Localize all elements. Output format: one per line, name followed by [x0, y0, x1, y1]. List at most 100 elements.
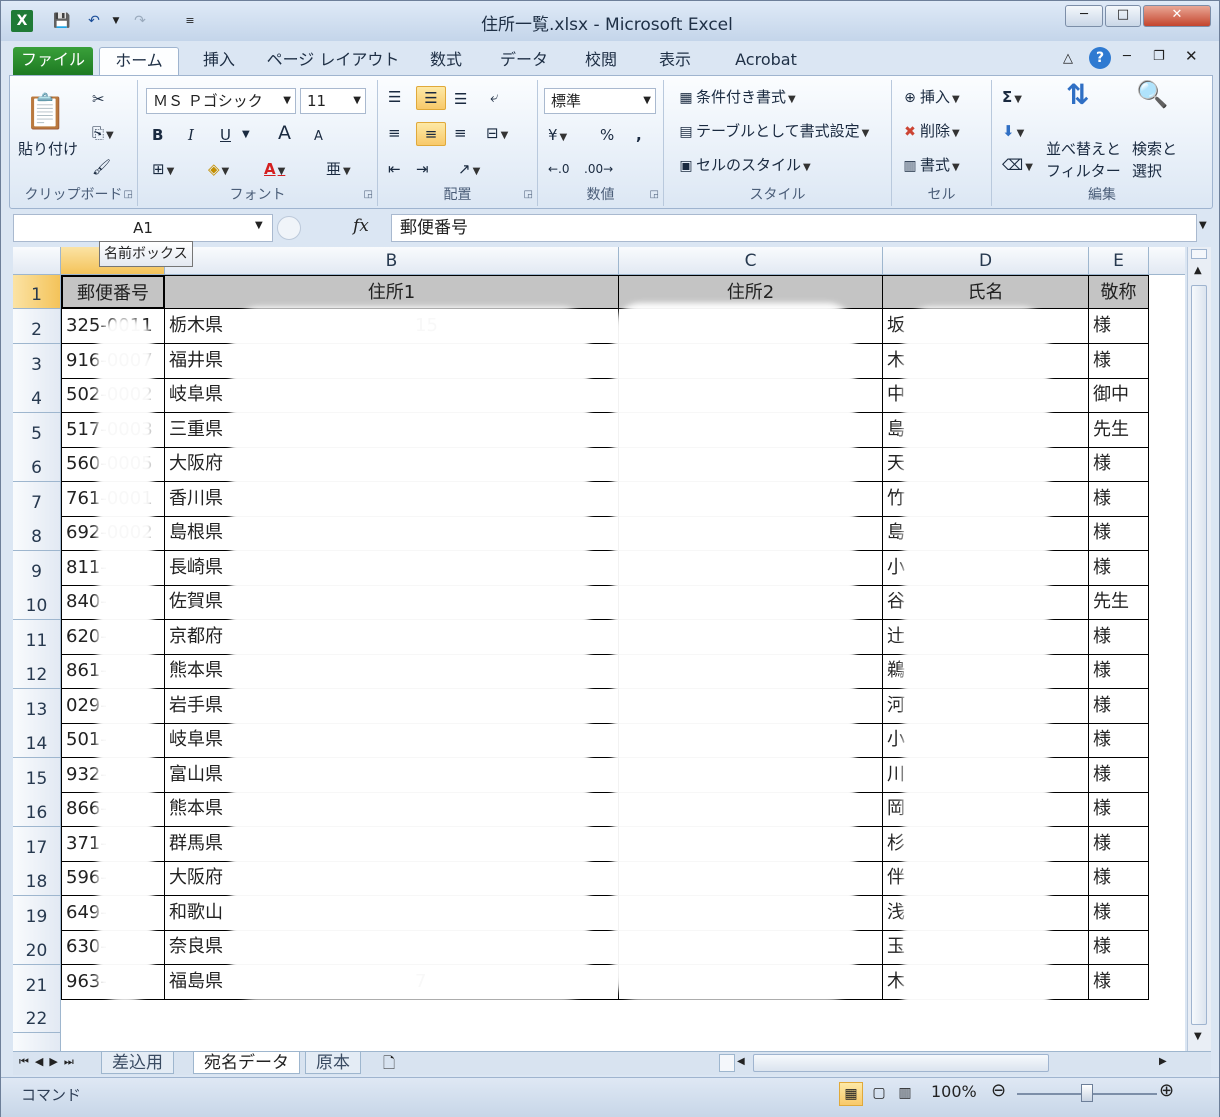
underline-button[interactable]: U [220, 124, 231, 146]
zoom-in-icon[interactable]: ⊕ [1159, 1080, 1174, 1101]
grow-font-button[interactable]: A [278, 122, 291, 144]
scroll-down-icon[interactable]: ▼ [1194, 1031, 1202, 1042]
align-center-icon[interactable]: ≡ [416, 122, 446, 146]
split-box[interactable] [1191, 249, 1207, 259]
honorific-cell[interactable]: 様 [1089, 723, 1149, 758]
worksheet-grid[interactable]: A B C D E 1 郵便番号 住所1 住所2 氏名 敬称 2325-0011… [13, 247, 1185, 1051]
font-launcher-icon[interactable]: ◲ [364, 189, 373, 200]
horizontal-scroll-thumb[interactable] [753, 1054, 1049, 1072]
help-icon[interactable]: ? [1089, 47, 1111, 69]
paste-icon[interactable]: 📋 [24, 86, 74, 138]
clipboard-launcher-icon[interactable]: ◲ [124, 189, 133, 200]
format-painter-icon[interactable]: 🖌 [92, 156, 111, 178]
honorific-cell[interactable]: 様 [1089, 447, 1149, 482]
undo-dropdown-icon[interactable]: ▼ [105, 10, 127, 32]
honorific-cell[interactable]: 様 [1089, 482, 1149, 517]
row-header[interactable]: 3 [13, 344, 61, 379]
zoom-slider-thumb[interactable] [1081, 1084, 1093, 1102]
row-header[interactable]: 18 [13, 861, 61, 896]
align-middle-icon[interactable]: ☰ [416, 86, 446, 110]
honorific-cell[interactable]: 様 [1089, 516, 1149, 551]
number-format-combo[interactable]: 標準 ▼ [544, 88, 656, 114]
row-header[interactable]: 19 [13, 896, 61, 931]
honorific-cell[interactable]: 様 [1089, 309, 1149, 344]
fill-color-icon[interactable]: ◈ ▼ [208, 158, 229, 183]
cell-a1[interactable]: 郵便番号 [61, 275, 165, 309]
paste-button[interactable]: 貼り付け [18, 138, 78, 160]
honorific-cell[interactable]: 先生 [1089, 585, 1149, 620]
zoom-level[interactable]: 100% [931, 1082, 977, 1101]
undo-icon[interactable]: ↶ [83, 10, 105, 32]
name-box-dropdown-icon[interactable]: ▼ [255, 220, 263, 231]
increase-indent-icon[interactable]: ⇥ [416, 158, 429, 180]
name-box[interactable]: A1 [13, 214, 273, 242]
comma-button[interactable]: , [636, 124, 642, 146]
honorific-cell[interactable]: 様 [1089, 689, 1149, 724]
tab-insert[interactable]: 挿入 [191, 47, 247, 75]
row-header[interactable]: 9 [13, 551, 61, 586]
row-header[interactable]: 12 [13, 654, 61, 689]
row-header[interactable]: 6 [13, 447, 61, 482]
column-header-c[interactable]: C [619, 247, 883, 275]
row-header[interactable]: 8 [13, 516, 61, 551]
tab-review[interactable]: 校閲 [573, 47, 629, 75]
find-select-label-2[interactable]: 選択 [1132, 160, 1162, 182]
cell-e1[interactable]: 敬称 [1089, 275, 1149, 309]
format-cells-button[interactable]: ▥ 書式 ▼ [900, 154, 959, 179]
cell-styles-button[interactable]: ▣ セルのスタイル ▼ [676, 154, 810, 179]
select-all-corner[interactable] [13, 247, 61, 275]
fill-icon[interactable]: ⬇ ▼ [1002, 120, 1024, 145]
decrease-indent-icon[interactable]: ⇤ [388, 158, 401, 180]
scroll-left-icon[interactable]: ◀ [737, 1056, 745, 1067]
shrink-font-button[interactable]: A [314, 126, 323, 148]
italic-button[interactable]: I [188, 124, 194, 146]
doc-restore-icon[interactable]: ❐ [1153, 49, 1165, 64]
number-launcher-icon[interactable]: ◲ [650, 189, 659, 200]
column-header-d[interactable]: D [883, 247, 1089, 275]
decrease-decimal-icon[interactable]: .00→ [584, 158, 613, 180]
save-icon[interactable]: 💾 [51, 10, 73, 32]
row-header[interactable]: 15 [13, 758, 61, 793]
scroll-thumb[interactable] [1191, 285, 1207, 1025]
find-select-label-1[interactable]: 検索と [1132, 138, 1177, 160]
orientation-icon[interactable]: ↗ ▼ [458, 158, 480, 183]
row-header[interactable]: 13 [13, 689, 61, 724]
align-left-icon[interactable]: ≡ [388, 122, 401, 144]
doc-close-icon[interactable]: ✕ [1185, 47, 1198, 65]
doc-minimize-icon[interactable]: ─ [1123, 49, 1131, 64]
insert-cells-button[interactable]: ⊕ 挿入 ▼ [900, 86, 960, 111]
customize-qat-icon[interactable]: ≡ [179, 10, 201, 32]
column-header-b[interactable]: B [165, 247, 619, 275]
honorific-cell[interactable]: 様 [1089, 930, 1149, 965]
tab-file[interactable]: ファイル [13, 47, 93, 75]
formula-bar-splitter[interactable] [277, 216, 301, 240]
row-header[interactable]: 2 [13, 309, 61, 344]
tab-view[interactable]: 表示 [647, 47, 703, 75]
expand-formula-bar-icon[interactable]: ▼ [1199, 220, 1207, 231]
cut-icon[interactable]: ✂ [92, 88, 105, 110]
autosum-icon[interactable]: Σ ▼ [1002, 86, 1022, 111]
row-header[interactable]: 17 [13, 827, 61, 862]
formula-input[interactable]: 郵便番号 [391, 214, 1197, 242]
align-top-icon[interactable]: ☰ [388, 86, 401, 108]
tab-split-handle[interactable] [719, 1054, 735, 1072]
sheet-tab-genpon[interactable]: 原本 [305, 1052, 361, 1074]
sort-filter-icon[interactable]: ⇅ [1066, 81, 1089, 109]
clear-icon[interactable]: ⌫ ▼ [1002, 154, 1033, 179]
row-header[interactable]: 20 [13, 930, 61, 965]
tab-page-layout[interactable]: ページ レイアウト [263, 47, 403, 75]
insert-sheet-icon[interactable]: 🗋 [383, 1053, 395, 1078]
row-header[interactable]: 5 [13, 413, 61, 448]
percent-button[interactable]: % [600, 124, 614, 146]
scroll-right-icon[interactable]: ▶ [1159, 1056, 1167, 1067]
borders-icon[interactable]: ⊞ ▼ [152, 158, 174, 183]
row-header-22[interactable]: 22 [13, 999, 61, 1033]
sheet-tab-sashikomi[interactable]: 差込用 [101, 1052, 174, 1074]
alignment-launcher-icon[interactable]: ◲ [524, 189, 533, 200]
tab-formulas[interactable]: 数式 [417, 47, 475, 75]
honorific-cell[interactable]: 先生 [1089, 413, 1149, 448]
sheet-tab-atena[interactable]: 宛名データ [193, 1052, 300, 1074]
format-as-table-button[interactable]: ▤ テーブルとして書式設定 ▼ [676, 120, 869, 145]
sort-filter-label-1[interactable]: 並べ替えと [1046, 138, 1121, 160]
find-select-icon[interactable]: 🔍 [1136, 82, 1168, 108]
